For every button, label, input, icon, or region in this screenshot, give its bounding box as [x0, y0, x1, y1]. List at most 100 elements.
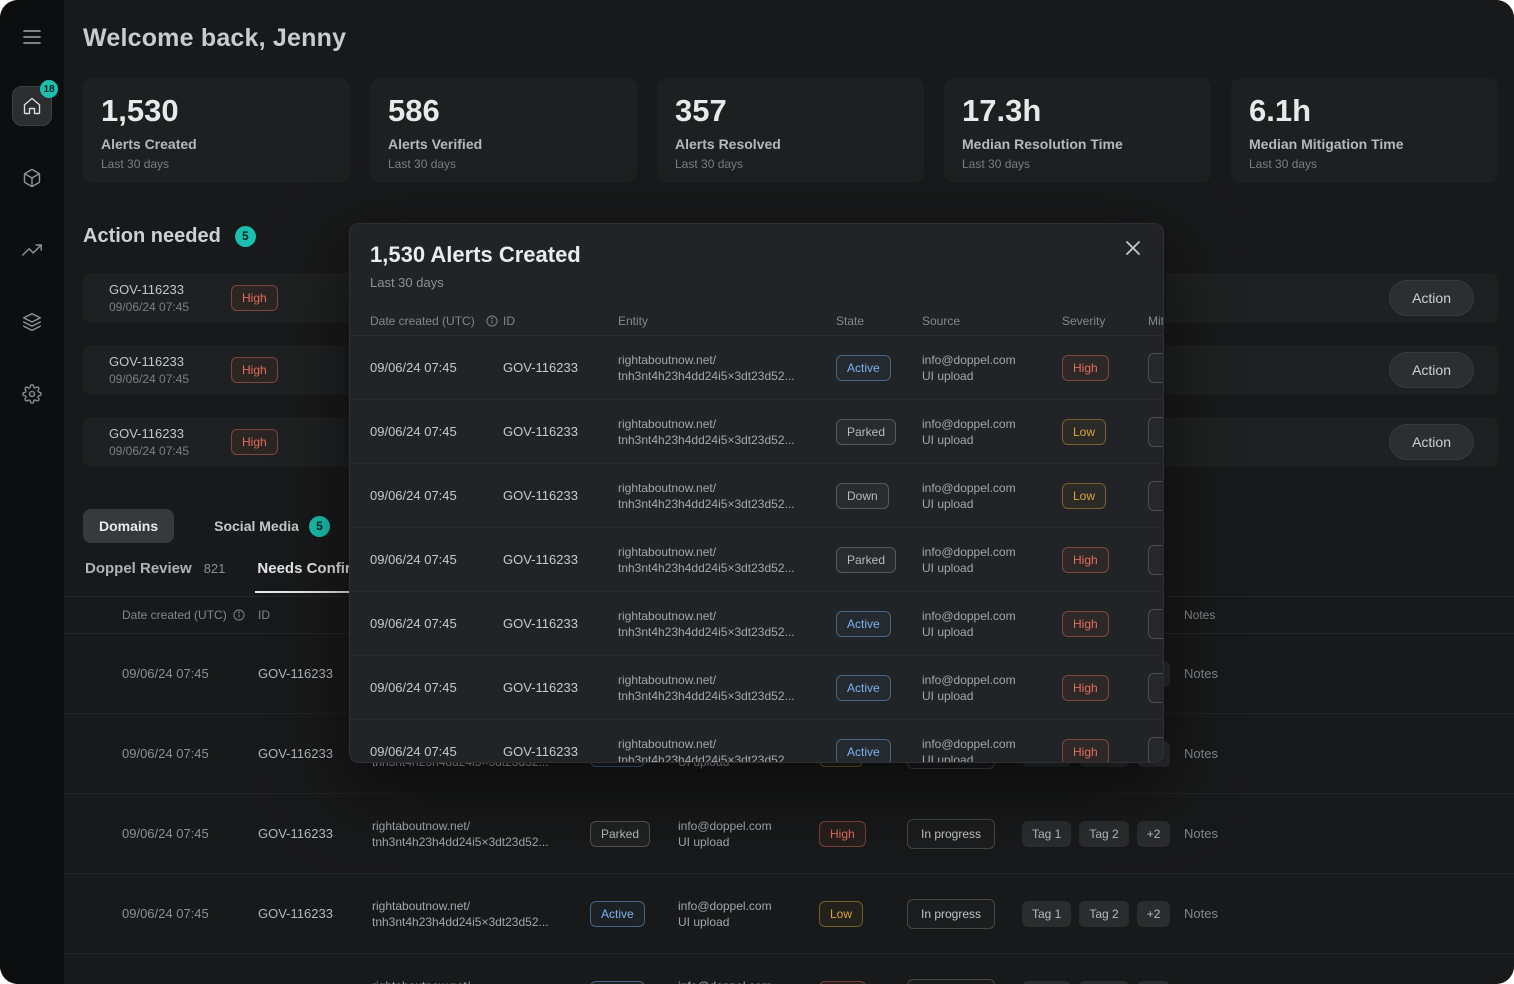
stat-card[interactable]: 17.3h Median Resolution Time Last 30 day…: [944, 78, 1211, 183]
cell-date-created: 09/06/24 07:45: [370, 616, 503, 631]
tag-chip[interactable]: Tag 2: [1079, 901, 1128, 927]
nav-settings-button[interactable]: [12, 374, 52, 414]
tag-chip[interactable]: Tag 2: [1079, 821, 1128, 847]
entity-url-line1: rightaboutnow.net/: [618, 352, 836, 368]
notes-link[interactable]: Notes: [1184, 666, 1514, 681]
info-icon: [233, 609, 245, 621]
tag-chip[interactable]: +2: [1137, 901, 1171, 927]
cell-state: Active: [590, 981, 678, 984]
modal-column-id: ID: [503, 314, 618, 328]
tag-chip[interactable]: +2: [1137, 981, 1171, 984]
tag-chip[interactable]: Tag 1: [1022, 821, 1071, 847]
cell-state: Parked: [590, 821, 678, 847]
modal-header: 1,530 Alerts Created Last 30 days: [350, 224, 1163, 290]
cell-id: GOV-116233: [503, 552, 618, 567]
cell-source: info@doppel.com UI upload: [922, 608, 1062, 640]
notes-link[interactable]: Notes: [1184, 826, 1514, 841]
modal-table-row[interactable]: 09/06/24 07:45 GOV-116233 rightaboutnow.…: [350, 592, 1163, 656]
menu-icon: [23, 30, 41, 44]
modal-table-row[interactable]: 09/06/24 07:45 GOV-116233 rightaboutnow.…: [350, 400, 1163, 464]
severity-badge: High: [1062, 547, 1109, 573]
close-button[interactable]: [1117, 232, 1149, 264]
cell-status: In progress: [907, 819, 1022, 849]
alert-table-row[interactable]: 09/06/24 07:45 GOV-116233 rightaboutnow.…: [64, 874, 1514, 954]
mitigation-dropdown[interactable]: In progress: [1148, 353, 1163, 383]
mitigation-dropdown[interactable]: In progress: [1148, 737, 1163, 764]
stat-card[interactable]: 1,530 Alerts Created Last 30 days: [83, 78, 350, 183]
tag-chip[interactable]: Tag 2: [1079, 981, 1128, 984]
status-dropdown[interactable]: In progress: [907, 979, 995, 984]
column-header-notes: Notes: [1184, 608, 1514, 622]
cell-status: In progress: [907, 979, 1022, 984]
tag-chip[interactable]: Tag 1: [1022, 981, 1071, 984]
alert-table-row[interactable]: 09/06/24 07:45 GOV-116233 rightaboutnow.…: [64, 954, 1514, 984]
entity-url-line1: rightaboutnow.net/: [372, 818, 590, 834]
cell-severity: High: [1062, 355, 1148, 381]
tag-chip[interactable]: +2: [1137, 821, 1171, 847]
cell-entity: rightaboutnow.net/ tnh3nt4h23h4dd24i5×3d…: [372, 898, 590, 930]
modal-table-body: 09/06/24 07:45 GOV-116233 rightaboutnow.…: [350, 336, 1163, 763]
entity-url-line1: rightaboutnow.net/: [618, 672, 836, 688]
cell-severity: High: [1062, 547, 1148, 573]
menu-button[interactable]: [23, 30, 41, 44]
cell-state: Active: [836, 611, 922, 637]
state-badge: Parked: [836, 419, 896, 445]
mitigation-dropdown[interactable]: In progress: [1148, 545, 1163, 575]
source-line2: UI upload: [922, 432, 1062, 448]
sidebar: 18: [0, 0, 64, 984]
status-dropdown[interactable]: In progress: [907, 899, 995, 929]
entity-url-line1: rightaboutnow.net/: [618, 608, 836, 624]
mitigation-dropdown[interactable]: In progress: [1148, 609, 1163, 639]
cell-entity: rightaboutnow.net/ tnh3nt4h23h4dd24i5×3d…: [372, 978, 590, 984]
state-badge: Active: [836, 355, 891, 381]
nav-assets-button[interactable]: [12, 158, 52, 198]
layers-icon: [22, 312, 42, 332]
cell-source: info@doppel.com UI upload: [678, 898, 819, 930]
modal-table-row[interactable]: 09/06/24 07:45 GOV-116233 rightaboutnow.…: [350, 528, 1163, 592]
cell-date-created: 09/06/24 07:45: [122, 746, 258, 761]
mitigation-dropdown[interactable]: In progress: [1148, 481, 1163, 511]
cell-tags: Tag 1 Tag 2 +2: [1022, 981, 1184, 984]
modal-table-row[interactable]: 09/06/24 07:45 GOV-116233 rightaboutnow.…: [350, 656, 1163, 720]
nav-home-button[interactable]: 18: [12, 86, 52, 126]
modal-column-severity: Severity: [1062, 314, 1148, 328]
alert-table-row[interactable]: 09/06/24 07:45 GOV-116233 rightaboutnow.…: [64, 794, 1514, 874]
cell-id: GOV-116233: [503, 680, 618, 695]
entity-url-line1: rightaboutnow.net/: [618, 736, 836, 752]
stat-card[interactable]: 357 Alerts Resolved Last 30 days: [657, 78, 924, 183]
cell-date-created: 09/06/24 07:45: [370, 488, 503, 503]
action-button[interactable]: Action: [1389, 352, 1474, 388]
notes-link[interactable]: Notes: [1184, 746, 1514, 761]
action-button[interactable]: Action: [1389, 280, 1474, 316]
stat-period: Last 30 days: [388, 157, 619, 171]
stat-card[interactable]: 6.1h Median Mitigation Time Last 30 days: [1231, 78, 1498, 183]
action-button[interactable]: Action: [1389, 424, 1474, 460]
mitigation-dropdown[interactable]: In progress: [1148, 673, 1163, 703]
severity-badge: High: [231, 357, 278, 383]
tab-social-media[interactable]: Social Media5: [198, 509, 346, 543]
nav-layers-button[interactable]: [12, 302, 52, 342]
modal-column-state: State: [836, 314, 922, 328]
cell-tags: Tag 1 Tag 2 +2: [1022, 901, 1184, 927]
cell-id: GOV-116233: [503, 424, 618, 439]
modal-column-mitigation: Mit: [1148, 314, 1164, 328]
subtab-doppel-review[interactable]: Doppel Review821: [83, 556, 227, 593]
modal-table-row[interactable]: 09/06/24 07:45 GOV-116233 rightaboutnow.…: [350, 720, 1163, 763]
cell-entity: rightaboutnow.net/ tnh3nt4h23h4dd24i5×3d…: [618, 672, 836, 704]
status-dropdown[interactable]: In progress: [907, 819, 995, 849]
mitigation-dropdown[interactable]: In progress: [1148, 417, 1163, 447]
nav-analytics-button[interactable]: [12, 230, 52, 270]
modal-table-row[interactable]: 09/06/24 07:45 GOV-116233 rightaboutnow.…: [350, 336, 1163, 400]
cell-date-created: 09/06/24 07:45: [122, 906, 258, 921]
notes-link[interactable]: Notes: [1184, 906, 1514, 921]
source-line2: UI upload: [922, 624, 1062, 640]
severity-badge: Low: [1062, 483, 1106, 509]
stat-period: Last 30 days: [675, 157, 906, 171]
cell-date-created: 09/06/24 07:45: [122, 826, 258, 841]
tag-chip[interactable]: Tag 1: [1022, 901, 1071, 927]
stat-value: 6.1h: [1249, 92, 1480, 130]
stat-label: Alerts Resolved: [675, 136, 906, 152]
modal-table-row[interactable]: 09/06/24 07:45 GOV-116233 rightaboutnow.…: [350, 464, 1163, 528]
stat-card[interactable]: 586 Alerts Verified Last 30 days: [370, 78, 637, 183]
tab-domains[interactable]: Domains: [83, 509, 174, 543]
